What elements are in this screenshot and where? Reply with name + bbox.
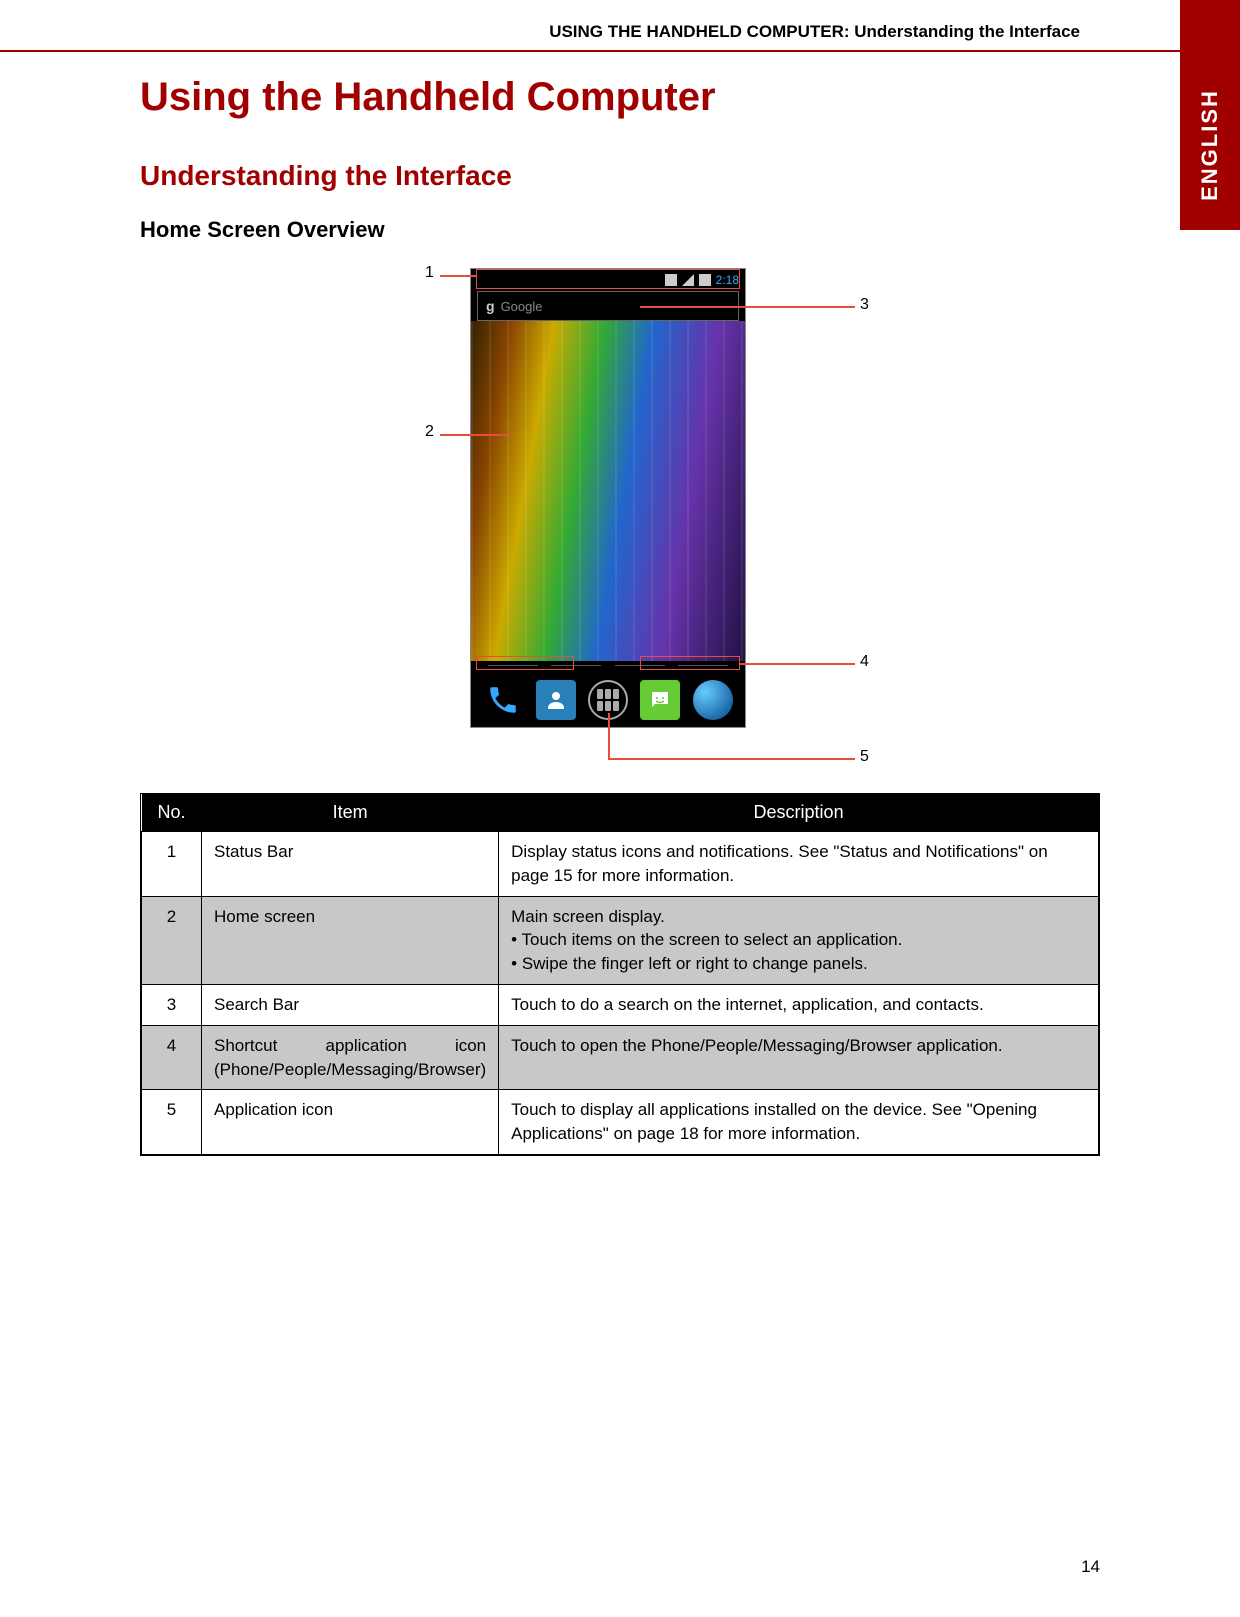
page-number: 14 [1081,1557,1100,1577]
section-title: Understanding the Interface [140,160,1100,192]
table-row: 1 Status Bar Display status icons and no… [142,832,1099,897]
cell-desc: Touch to open the Phone/People/Messaging… [499,1025,1099,1090]
header-rule [0,50,1180,52]
people-app-icon [536,680,576,720]
page-title: Using the Handheld Computer [140,75,1100,120]
callout-line-4 [740,663,855,665]
cell-item: Shortcut application icon (Phone/People/… [202,1025,499,1090]
search-placeholder: Google [501,299,543,314]
phone-app-icon [483,680,523,720]
table-row: 5 Application icon Touch to display all … [142,1090,1099,1155]
cell-desc: Touch to do a search on the internet, ap… [499,984,1099,1025]
running-head: USING THE HANDHELD COMPUTER: Understandi… [0,22,1240,42]
messaging-app-icon [640,680,680,720]
header-accent-box [1180,0,1240,60]
table-row: 4 Shortcut application icon (Phone/Peopl… [142,1025,1099,1090]
cell-item: Search Bar [202,984,499,1025]
signal-icon [682,274,694,286]
page-content: Using the Handheld Computer Understandin… [140,75,1100,1156]
cell-desc: Display status icons and notifications. … [499,832,1099,897]
phone-wallpaper [471,321,745,661]
callout-line-5v [608,713,610,759]
callout-line-3 [640,306,855,308]
callout-label-4: 4 [860,653,869,671]
col-item: Item [202,794,499,832]
phone-screenshot: 2:18 g Google [470,268,746,728]
cell-no: 2 [142,896,202,984]
callout-label-5: 5 [860,748,869,766]
cell-desc: Touch to display all applications instal… [499,1090,1099,1155]
callout-line-1 [440,275,476,277]
language-label: ENGLISH [1197,89,1223,201]
table-row: 2 Home screen Main screen display. • Tou… [142,896,1099,984]
callout-label-3: 3 [860,296,869,314]
table-header-row: No. Item Description [142,794,1099,832]
cell-no: 5 [142,1090,202,1155]
clock: 2:18 [716,273,739,287]
description-table: No. Item Description 1 Status Bar Displa… [140,793,1100,1156]
table-row: 3 Search Bar Touch to do a search on the… [142,984,1099,1025]
cell-item: Application icon [202,1090,499,1155]
col-no: No. [142,794,202,832]
cell-item: Status Bar [202,832,499,897]
col-desc: Description [499,794,1099,832]
cell-no: 1 [142,832,202,897]
cell-no: 4 [142,1025,202,1090]
dock-separator [471,661,745,671]
battery-icon [699,274,711,286]
callout-label-1: 1 [425,264,434,282]
cell-desc: Main screen display. • Touch items on th… [499,896,1099,984]
nfc-icon [665,274,677,286]
subsection-title: Home Screen Overview [140,217,1100,243]
phone-status-bar: 2:18 [471,269,745,291]
callout-line-2 [440,434,510,436]
callout-line-5h [608,758,855,760]
language-tab: ENGLISH [1180,60,1240,230]
cell-no: 3 [142,984,202,1025]
google-g-icon: g [486,298,495,314]
callout-label-2: 2 [425,423,434,441]
browser-app-icon [693,680,733,720]
cell-item: Home screen [202,896,499,984]
figure: 2:18 g Google [140,258,1100,778]
